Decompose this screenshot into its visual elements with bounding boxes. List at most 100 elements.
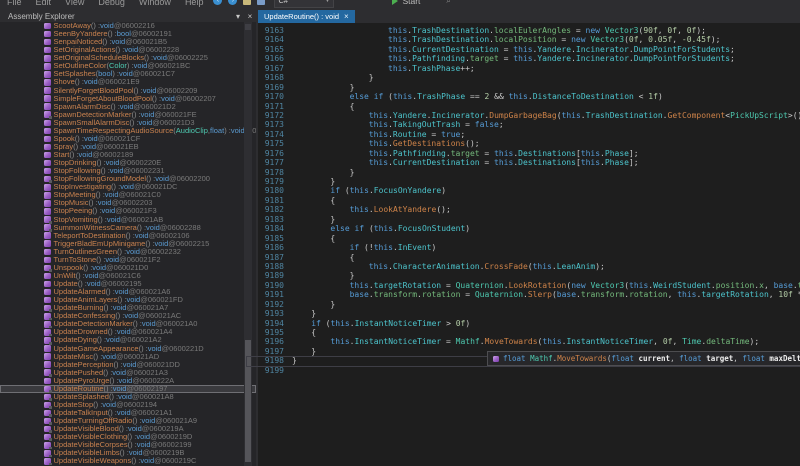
method-item[interactable]: StopVomiting() : void @060021AB (0, 216, 256, 224)
method-item[interactable]: SetOriginalScheduleBlocks() : void @0600… (0, 54, 256, 62)
dnspy-window: FileEditViewDebugWindowHelp ‹ › C# ▼ Sta… (0, 0, 800, 466)
line-number: 9192 (258, 300, 284, 309)
lock-overlay-icon (49, 374, 52, 377)
method-item[interactable]: UpdatePushed() : void @060021A3 (0, 369, 256, 377)
method-item[interactable]: SpawnDetectionMarker() : void @060021FE (0, 111, 256, 119)
method-item[interactable]: Update() : void @06002195 (0, 280, 256, 288)
method-item[interactable]: UpdateRoutine() : void @06002197 (0, 385, 256, 393)
method-item[interactable]: UpdateStop() : void @06002194 (0, 401, 256, 409)
method-name: TeleportToDestination (54, 232, 126, 240)
method-item[interactable]: StopDrinking() : void @0600220E (0, 159, 256, 167)
menu-file[interactable]: File (0, 0, 29, 7)
return-type: void (129, 449, 143, 457)
code-line: 9193} (258, 309, 800, 318)
explorer-list: ScootAway() : void @06002216SeenByYander… (0, 22, 256, 466)
tab-updateroutine[interactable]: UpdateRoutine() : void × (258, 10, 355, 23)
method-icon (44, 176, 51, 183)
param-type: Color (109, 62, 127, 70)
method-item[interactable]: UpdatePerception() : void @060021DD (0, 361, 256, 369)
method-item[interactable]: UpdateVisibleClothing() : void @0600219D (0, 433, 256, 441)
method-item[interactable]: SimpleForgetAboutBloodPool() : void @060… (0, 95, 256, 103)
method-rva: @060021A0 (156, 320, 198, 328)
method-item[interactable]: Unspook() : void @060021D0 (0, 264, 256, 272)
code-editor[interactable]: 9163this.TrashDestination.localEulerAngl… (258, 23, 800, 466)
line-number: 9179 (258, 177, 284, 186)
method-item[interactable]: UnWilt() : void @060021C6 (0, 272, 256, 280)
method-item[interactable]: StopMusic() : void @06002203 (0, 199, 256, 207)
method-item[interactable]: SetOriginalActions() : void @06002228 (0, 46, 256, 54)
open-assembly-icon[interactable] (243, 0, 251, 5)
method-item[interactable]: StopMeeting() : void @060021C0 (0, 191, 256, 199)
return-type: void (119, 377, 133, 385)
method-item[interactable]: UpdateConfessing() : void @060021AC (0, 312, 256, 320)
line-number: 9193 (258, 309, 284, 318)
menu-help[interactable]: Help (178, 0, 211, 7)
nav-back-icon[interactable]: ‹ (213, 0, 222, 5)
language-combobox[interactable]: C# ▼ (274, 0, 334, 8)
method-item[interactable]: TriggerBladEmUpMinigame() : void @060022… (0, 240, 256, 248)
method-item[interactable]: UpdateVisibleLimbs() : void @0600219B (0, 449, 256, 457)
method-item[interactable]: SetOutlineColor(Color) : void @060021BC (0, 62, 256, 70)
menu-debug[interactable]: Debug (91, 0, 132, 7)
method-icon (44, 297, 51, 304)
tab-close-icon[interactable]: × (344, 12, 349, 21)
method-item[interactable]: TurnToStone() : void @060021F2 (0, 256, 256, 264)
method-item[interactable]: TurnOutlinesGreen() : void @06002232 (0, 248, 256, 256)
method-name: UpdateVisibleWeapons (54, 457, 132, 465)
scrollbar-thumb[interactable] (245, 340, 251, 462)
start-debug-button[interactable]: Start (392, 0, 420, 6)
menu-edit[interactable]: Edit (29, 0, 59, 7)
method-item[interactable]: SummonWitnessCamera() : void @06002288 (0, 224, 256, 232)
method-item[interactable]: SpawnTimeRespectingAudioSource(AudioClip… (0, 127, 256, 135)
method-item[interactable]: ScootAway() : void @06002216 (0, 22, 256, 30)
method-item[interactable]: UpdatePyroUrge() : void @0600222A (0, 377, 256, 385)
method-item[interactable]: UpdateGameAppearance() : void @0600221D (0, 345, 256, 353)
return-type: void (153, 54, 167, 62)
search-icon[interactable]: ⌕ (446, 0, 450, 6)
panel-close-icon[interactable]: × (244, 12, 256, 21)
return-type: void (146, 224, 160, 232)
method-item[interactable]: TeleportToDestination() : void @06002106 (0, 232, 256, 240)
method-item[interactable]: SetSplashes(bool) : void @060021C7 (0, 70, 256, 78)
method-rva: @060021A2 (120, 336, 162, 344)
return-type: void (105, 256, 119, 264)
method-icon (44, 79, 51, 86)
scrollbar-up-button[interactable] (245, 24, 251, 30)
method-item[interactable]: UpdateVisibleWeapons() : void @0600219C (0, 457, 256, 465)
method-item[interactable]: UpdateDetectionMarker() : void @060021A0 (0, 320, 256, 328)
method-item[interactable]: StopFollowingGroundModel() : void @06002… (0, 175, 256, 183)
method-item[interactable]: SeenByYandere() : bool @06002191 (0, 30, 256, 38)
method-item[interactable]: UpdateMisc() : void @060021AD (0, 353, 256, 361)
menu-view[interactable]: View (58, 0, 91, 7)
method-item[interactable]: Spray() : void @060021EB (0, 143, 256, 151)
method-item[interactable]: UpdateAlarmed() : void @060021A6 (0, 288, 256, 296)
method-item[interactable]: UpdateTalkInput() : void @060021A1 (0, 409, 256, 417)
method-item[interactable]: Shove() : void @060021E9 (0, 78, 256, 86)
explorer-scrollbar[interactable] (244, 22, 252, 466)
method-item[interactable]: UpdateBurning() : void @060021A7 (0, 304, 256, 312)
nav-forward-icon[interactable]: › (228, 0, 237, 5)
method-item[interactable]: UpdateVisibleCorpses() : void @06002199 (0, 441, 256, 449)
method-item[interactable]: SilentlyForgetBloodPool() : void @060022… (0, 87, 256, 95)
method-icon (44, 160, 51, 167)
lock-overlay-icon (49, 438, 52, 441)
method-item[interactable]: StopFollowing() : void @06002231 (0, 167, 256, 175)
save-icon[interactable] (257, 0, 265, 5)
method-item[interactable]: UpdateTurningOffRadio() : void @060021A9 (0, 417, 256, 425)
method-item[interactable]: Spook() : void @060021CF (0, 135, 256, 143)
return-type: void (140, 457, 154, 465)
menu-window[interactable]: Window (132, 0, 178, 7)
method-item[interactable]: UpdateDying() : void @060021A2 (0, 336, 256, 344)
method-item[interactable]: SpawnSmallAlarmDisc() : void @060021D3 (0, 119, 256, 127)
method-item[interactable]: StopPeeing() : void @060021F3 (0, 207, 256, 215)
method-item[interactable]: Start() : void @06002189 (0, 151, 256, 159)
panel-menu-icon[interactable]: ▾ (232, 12, 244, 21)
method-item[interactable]: UpdateDrowned() : void @060021A4 (0, 328, 256, 336)
method-item[interactable]: SenpaiNoticed() : void @060021B5 (0, 38, 256, 46)
method-item[interactable]: SpawnAlarmDisc() : void @060021D2 (0, 103, 256, 111)
method-item[interactable]: UpdateAnimLayers() : void @060021FD (0, 296, 256, 304)
method-item[interactable]: UpdateVisibleBlood() : void @0600219A (0, 425, 256, 433)
method-item[interactable]: UpdateSplashed() : void @060021A8 (0, 393, 256, 401)
return-type: void (84, 135, 98, 143)
method-item[interactable]: StopInvestigating() : void @060021DC (0, 183, 256, 191)
